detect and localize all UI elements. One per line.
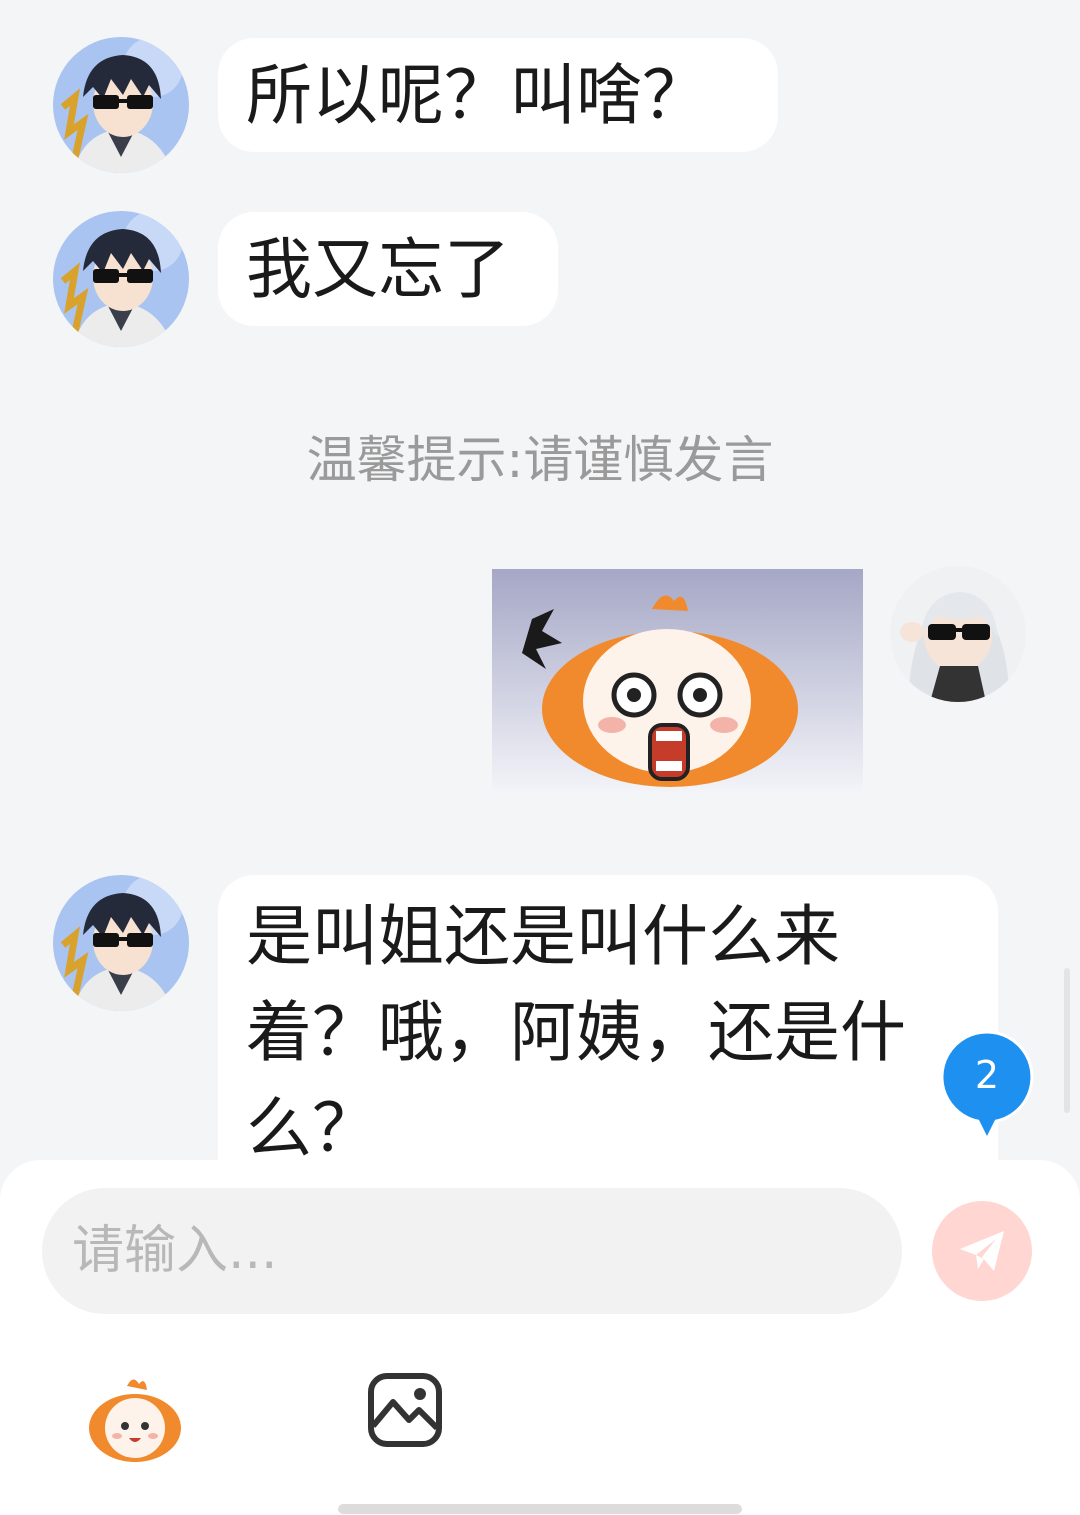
message-text: 是叫姐还是叫什么来着？哦，阿姨，还是什么？ [246,898,906,1160]
system-notice: 温馨提示:请谨慎发言 [306,431,774,489]
send-button[interactable] [932,1201,1032,1301]
message-bubble[interactable]: 我又忘了 [218,212,558,326]
angry-orange-character-sticker [492,569,863,795]
emoji-button[interactable] [85,1370,185,1470]
message-text: 我又忘了 [246,231,510,308]
unread-count: 2 [974,1053,1000,1097]
scrollbar[interactable] [1064,968,1070,1113]
paper-plane-icon [960,1231,1004,1271]
message-input[interactable] [42,1188,902,1314]
unread-messages-badge[interactable]: 2 [940,1030,1034,1140]
message-bubble[interactable]: 是叫姐还是叫什么来着？哦，阿姨，还是什么？ [218,875,998,1160]
user-avatar[interactable] [890,566,1026,702]
contact-avatar[interactable] [53,37,189,173]
chat-message-list[interactable]: 所以呢？叫啥？ 我又忘了 温馨提示:请谨慎发言 是叫姐还是叫什么来着？哦，阿姨，… [0,0,1080,1160]
orange-mascot-emoji-icon [89,1379,181,1462]
image-icon [368,1373,442,1447]
message-text: 所以呢？叫啥？ [246,57,708,134]
message-composer [0,1160,1080,1515]
image-button[interactable] [365,1370,445,1450]
sticker-message[interactable] [492,569,863,795]
message-bubble[interactable]: 所以呢？叫啥？ [218,38,778,152]
contact-avatar[interactable] [53,211,189,347]
contact-avatar[interactable] [53,875,189,1011]
home-indicator[interactable] [338,1504,742,1514]
